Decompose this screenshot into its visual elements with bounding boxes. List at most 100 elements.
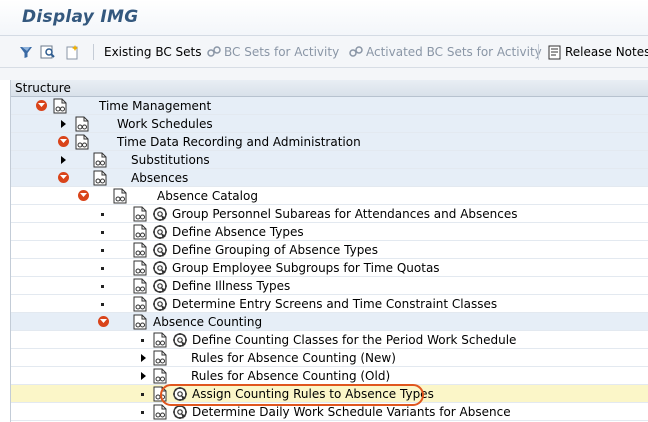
tree-node-label[interactable]: Define Counting Classes for the Period W… (192, 332, 516, 348)
tree-node-label[interactable]: Define Grouping of Absence Types (172, 242, 378, 258)
documentation-icon[interactable] (133, 206, 147, 222)
tree-node-label[interactable]: Time Data Recording and Administration (117, 134, 361, 150)
filter-icon[interactable] (18, 36, 36, 68)
activated-bc-sets-button[interactable]: Activated BC Sets for Activity (348, 36, 542, 68)
documentation-icon[interactable] (153, 386, 167, 402)
activated-bc-sets-label: Activated BC Sets for Activity (366, 45, 542, 59)
tree-node-label[interactable]: Define Absence Types (172, 224, 304, 240)
application-toolbar: Existing BC Sets BC Sets for Activity Ac… (0, 36, 648, 68)
tree-node[interactable]: Substitutions (11, 151, 648, 169)
collapse-node-icon[interactable] (36, 100, 47, 111)
tree-node[interactable]: Absence Catalog (11, 187, 648, 205)
img-structure-tree: Structure Time Management Work Schedules T… (10, 80, 648, 422)
execute-activity-icon[interactable] (152, 278, 168, 294)
execute-activity-icon[interactable] (152, 242, 168, 258)
leaf-bullet-icon (141, 411, 144, 414)
find-icon[interactable] (40, 36, 58, 68)
tree-node-label[interactable]: Group Personnel Subareas for Attendances… (172, 206, 518, 222)
tree-node[interactable]: Assign Counting Rules to Absence Types (11, 385, 648, 403)
tree-node[interactable]: Rules for Absence Counting (Old) (11, 367, 648, 385)
tree-node[interactable]: Define Counting Classes for the Period W… (11, 331, 648, 349)
tree-node-label[interactable]: Absence Catalog (157, 188, 258, 204)
release-notes-button[interactable]: Release Notes (547, 36, 648, 68)
existing-bc-sets-button[interactable]: Existing BC Sets (104, 36, 202, 68)
leaf-bullet-icon (101, 249, 104, 252)
documentation-icon[interactable] (133, 296, 147, 312)
toolbar-spacer (0, 68, 648, 80)
documentation-icon[interactable] (75, 134, 89, 150)
tree-node[interactable]: Time Data Recording and Administration (11, 133, 648, 151)
documentation-icon[interactable] (53, 98, 67, 114)
tree-node[interactable]: Time Management (11, 97, 648, 115)
tree-column-header: Structure (11, 80, 648, 97)
documentation-icon[interactable] (153, 368, 167, 384)
bc-sets-for-activity-button[interactable]: BC Sets for Activity (206, 36, 339, 68)
tree-node[interactable]: Determine Entry Screens and Time Constra… (11, 295, 648, 313)
tree-node-label[interactable]: Rules for Absence Counting (Old) (191, 368, 390, 384)
leaf-bullet-icon (101, 213, 104, 216)
documentation-icon[interactable] (93, 152, 107, 168)
execute-activity-icon[interactable] (152, 260, 168, 276)
release-notes-label: Release Notes (565, 45, 648, 59)
documentation-icon[interactable] (113, 188, 127, 204)
tree-node-label[interactable]: Work Schedules (117, 116, 213, 132)
tree-node[interactable]: Absence Counting (11, 313, 648, 331)
documentation-icon[interactable] (153, 350, 167, 366)
leaf-bullet-icon (141, 393, 144, 396)
tree-node[interactable]: Absences (11, 169, 648, 187)
tree-node[interactable]: Rules for Absence Counting (New) (11, 349, 648, 367)
execute-activity-icon[interactable] (152, 224, 168, 240)
expand-node-icon[interactable] (141, 354, 146, 362)
execute-activity-icon[interactable] (152, 206, 168, 222)
tree-node[interactable]: Determine Daily Work Schedule Variants f… (11, 403, 648, 421)
tree-node-label[interactable]: Absences (131, 170, 188, 186)
tree-node[interactable]: Group Employee Subgroups for Time Quotas (11, 259, 648, 277)
documentation-icon[interactable] (133, 260, 147, 276)
bc-sets-activity-icon (207, 46, 221, 57)
documentation-icon[interactable] (133, 314, 147, 330)
tree-node-label[interactable]: Absence Counting (153, 314, 262, 330)
toolbar-separator (538, 44, 539, 60)
tree-node[interactable]: Work Schedules (11, 115, 648, 133)
expand-node-icon[interactable] (61, 120, 66, 128)
collapse-node-icon[interactable] (98, 316, 109, 327)
leaf-bullet-icon (101, 231, 104, 234)
tree-node-label[interactable]: Determine Entry Screens and Time Constra… (172, 296, 497, 312)
tree-node-label[interactable]: Substitutions (131, 152, 210, 168)
documentation-icon[interactable] (133, 242, 147, 258)
documentation-icon[interactable] (133, 278, 147, 294)
leaf-bullet-icon (101, 285, 104, 288)
tree-node-label[interactable]: Determine Daily Work Schedule Variants f… (192, 404, 511, 420)
leaf-bullet-icon (141, 339, 144, 342)
execute-activity-icon[interactable] (172, 332, 188, 348)
tree-node-label[interactable]: Assign Counting Rules to Absence Types (192, 386, 434, 402)
expand-node-icon[interactable] (141, 372, 146, 380)
leaf-bullet-icon (101, 267, 104, 270)
documentation-icon[interactable] (93, 170, 107, 186)
expand-node-icon[interactable] (61, 156, 66, 164)
documentation-icon[interactable] (153, 332, 167, 348)
execute-activity-icon[interactable] (152, 296, 168, 312)
tree-node[interactable]: Group Personnel Subareas for Attendances… (11, 205, 648, 223)
collapse-node-icon[interactable] (78, 190, 89, 201)
documentation-icon[interactable] (75, 116, 89, 132)
new-entries-icon[interactable] (64, 36, 82, 68)
tree-node-label[interactable]: Rules for Absence Counting (New) (191, 350, 396, 366)
execute-activity-icon[interactable] (172, 404, 188, 420)
tree-node[interactable]: Define Absence Types (11, 223, 648, 241)
title-bar: Display IMG (0, 0, 648, 36)
release-notes-icon (548, 45, 561, 60)
execute-activity-icon[interactable] (172, 386, 188, 402)
toolbar-separator (93, 44, 94, 60)
collapse-node-icon[interactable] (58, 136, 69, 147)
collapse-node-icon[interactable] (58, 172, 69, 183)
existing-bc-sets-label: Existing BC Sets (104, 45, 202, 59)
tree-node-label[interactable]: Time Management (99, 98, 211, 114)
activated-bc-sets-icon (349, 46, 363, 57)
tree-node[interactable]: Define Illness Types (11, 277, 648, 295)
tree-node-label[interactable]: Group Employee Subgroups for Time Quotas (172, 260, 440, 276)
tree-node[interactable]: Define Grouping of Absence Types (11, 241, 648, 259)
documentation-icon[interactable] (133, 224, 147, 240)
documentation-icon[interactable] (153, 404, 167, 420)
tree-node-label[interactable]: Define Illness Types (172, 278, 290, 294)
